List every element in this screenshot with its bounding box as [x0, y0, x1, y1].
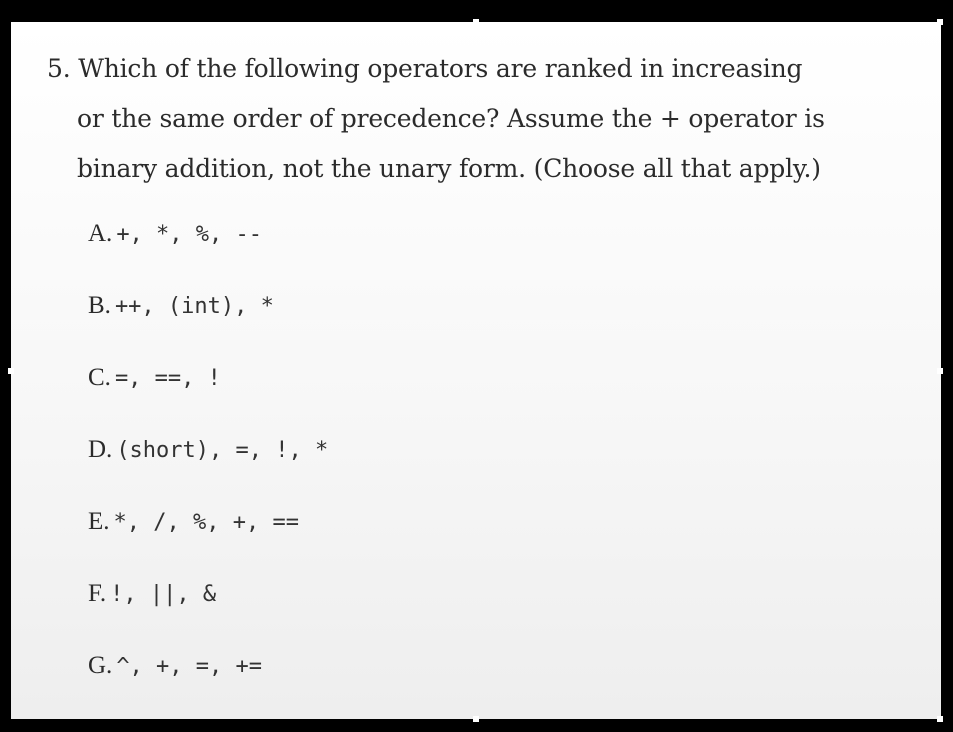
question-line-2: or the same order of precedence? Assume …	[77, 104, 825, 133]
question-line-3: binary addition, not the unary form. (Ch…	[77, 154, 821, 183]
question-text: 5. Which of the following operators are …	[47, 44, 907, 194]
question-number: 5.	[47, 54, 71, 83]
resize-handle-bottom-right[interactable]	[937, 716, 943, 722]
option-letter: B.	[88, 292, 111, 319]
question-line-text: Which of the following operators are ran…	[78, 54, 803, 83]
option-letter: E.	[88, 508, 110, 535]
question-page: 5. Which of the following operators are …	[8, 19, 943, 722]
resize-handle-right[interactable]	[937, 368, 943, 374]
option-text: +, *, %, --	[116, 222, 263, 247]
option-f[interactable]: F.!, ||, &	[88, 580, 216, 608]
resize-handle-left[interactable]	[8, 368, 14, 374]
option-text: (short), =, !, *	[116, 438, 329, 463]
resize-handle-bottom[interactable]	[473, 716, 479, 722]
option-text: !, ||, &	[110, 582, 217, 607]
option-c[interactable]: C. =, ==, !	[88, 364, 221, 392]
option-b[interactable]: B. ++, (int), *	[88, 292, 274, 320]
option-letter: A.	[88, 220, 113, 247]
question-line-1: 5. Which of the following operators are …	[47, 44, 907, 94]
option-letter: D.	[88, 436, 113, 463]
option-g[interactable]: G. ^, +, =, +=	[88, 652, 262, 680]
resize-handle-top-right[interactable]	[937, 19, 943, 25]
video-frame: 5. Which of the following operators are …	[0, 0, 953, 732]
option-text: *, /, %, +, ==	[113, 510, 299, 535]
option-letter: C.	[88, 364, 111, 391]
option-text: ++, (int), *	[114, 294, 274, 319]
option-e[interactable]: E. *, /, %, +, ==	[88, 508, 299, 536]
option-letter: F.	[88, 580, 107, 607]
option-letter: G.	[88, 652, 113, 679]
option-d[interactable]: D. (short), =, !, *	[88, 436, 328, 464]
option-text: =, ==, !	[114, 366, 221, 391]
option-text: ^, +, =, +=	[116, 654, 263, 679]
option-a[interactable]: A. +, *, %, --	[88, 220, 262, 248]
resize-handle-top[interactable]	[473, 19, 479, 25]
